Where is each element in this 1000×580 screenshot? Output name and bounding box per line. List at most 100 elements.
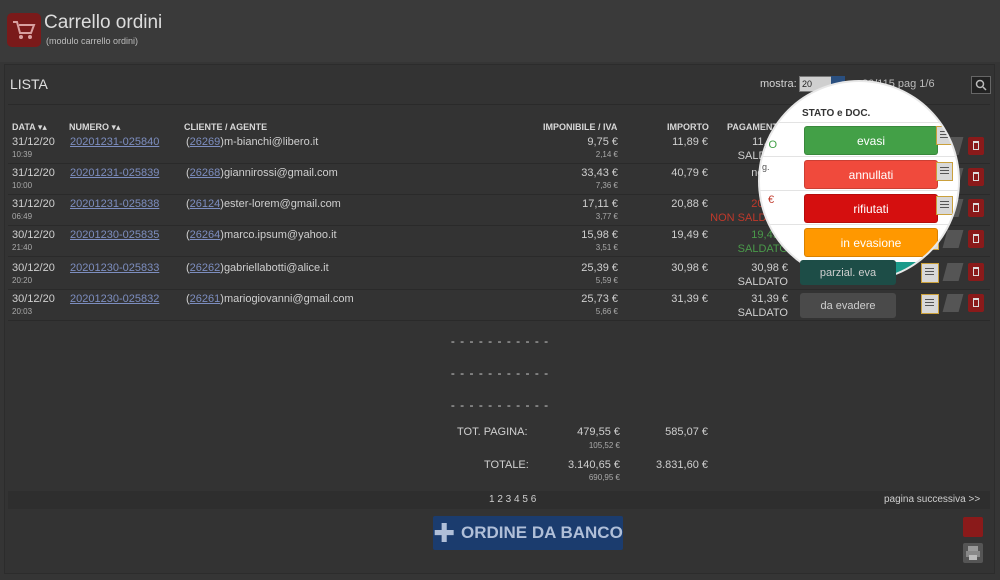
delete-icon[interactable]: [968, 263, 984, 281]
header-client: CLIENTE / AGENTE: [184, 122, 268, 132]
divider: [760, 224, 958, 225]
order-date: 30/12/20: [12, 293, 55, 305]
document-icon[interactable]: [921, 294, 939, 314]
amount-value: 31,39 €: [671, 293, 708, 305]
header-number[interactable]: NUMERO ▾▴: [69, 122, 121, 133]
client-id-link[interactable]: 26261: [190, 293, 221, 305]
client-id-link[interactable]: 26262: [190, 262, 221, 274]
divider: [8, 320, 990, 321]
payment-fragment: TO: [762, 139, 778, 151]
order-number-link[interactable]: 20201231-025840: [70, 136, 159, 148]
header-taxable: IMPONIBILE / IVA: [543, 122, 618, 132]
printer-icon: [966, 546, 980, 560]
order-time: 06:49: [12, 212, 33, 221]
page-total-taxable: 479,55 €: [577, 426, 620, 438]
page-total-vat: 105,52 €: [588, 441, 620, 450]
vat-value: 2,14 €: [595, 150, 618, 159]
vat-value: 5,66 €: [595, 307, 618, 316]
order-number-link[interactable]: 20201230-025832: [70, 293, 159, 305]
document-icon[interactable]: [936, 162, 953, 181]
amount-value: 30,98 €: [671, 262, 708, 274]
counter-order-label: ORDINE DA BANCO: [460, 523, 623, 542]
separator-dashes: - - - - - - - - - - -: [450, 366, 550, 380]
order-number-link[interactable]: 20201231-025839: [70, 167, 159, 179]
client-cell: (26261)mariogiovanni@gmail.com: [186, 293, 354, 305]
order-time: 21:40: [12, 243, 33, 252]
search-button[interactable]: [971, 76, 991, 94]
taxable-value: 15,98 €: [581, 229, 618, 241]
status-option-evasi[interactable]: evasi: [804, 126, 938, 155]
order-date: 30/12/20: [12, 229, 55, 241]
status-option-rifiutati[interactable]: rifiutati: [804, 194, 938, 223]
order-time: 10:39: [12, 150, 33, 159]
vat-value: 5,59 €: [595, 276, 618, 285]
edit-icon[interactable]: [942, 294, 964, 312]
amount-value: 19,49 €: [671, 229, 708, 241]
next-page-link[interactable]: pagina successiva >>: [884, 494, 980, 505]
edit-icon[interactable]: [942, 263, 964, 281]
order-number-link[interactable]: 20201230-025833: [70, 262, 159, 274]
payment-fragment: g.: [762, 162, 770, 172]
page-links[interactable]: 1 2 3 4 5 6: [489, 494, 536, 505]
page-total-label: TOT. PAGINA:: [457, 426, 528, 438]
grand-total-amount: 3.831,60 €: [656, 459, 708, 471]
grand-total-label: TOTALE:: [484, 459, 529, 471]
export-button[interactable]: [963, 517, 983, 537]
sort-icon[interactable]: ▾▴: [112, 122, 121, 132]
order-time: 10:00: [12, 181, 33, 190]
grand-total-taxable: 3.140,65 €: [568, 459, 620, 471]
taxable-value: 33,43 €: [581, 167, 618, 179]
delete-icon[interactable]: [968, 168, 984, 186]
client-id-link[interactable]: 26268: [190, 167, 221, 179]
vat-value: 3,77 €: [595, 212, 618, 221]
order-date: 30/12/20: [12, 262, 55, 274]
page-subtitle: (modulo carrello ordini): [46, 36, 139, 46]
status-button[interactable]: da evadere: [800, 293, 896, 318]
taxable-value: 25,39 €: [581, 262, 618, 274]
taxable-value: 17,11 €: [582, 198, 618, 210]
delete-icon[interactable]: [968, 199, 984, 217]
client-cell: (26268)giannirossi@gmail.com: [186, 167, 338, 179]
edit-icon[interactable]: [942, 230, 964, 248]
order-number-link[interactable]: 20201230-025835: [70, 229, 159, 241]
status-option-in-evasione[interactable]: in evasione: [804, 228, 938, 257]
order-number-link[interactable]: 20201231-025838: [70, 198, 159, 210]
delete-icon[interactable]: [968, 294, 984, 312]
client-email: marco.ipsum@yahoo.it: [223, 229, 337, 241]
sort-icon[interactable]: ▾▴: [38, 122, 47, 132]
status-button[interactable]: parzial. eva: [800, 260, 896, 285]
status-filter-magnifier: STATO e DOC. TO g. € evasi annullati rifiu…: [760, 82, 958, 280]
payment-status: SALDATO: [737, 307, 788, 319]
divider: [760, 122, 958, 123]
delete-icon[interactable]: [968, 230, 984, 248]
payment-amount: 31,39 €: [751, 293, 788, 305]
client-email: ester-lorem@gmail.com: [223, 198, 341, 210]
header: Carrello ordini (modulo carrello ordini): [0, 0, 1000, 62]
header-date[interactable]: DATA ▾▴: [12, 122, 47, 133]
order-date: 31/12/20: [12, 136, 55, 148]
client-email: mariogiovanni@gmail.com: [223, 293, 354, 305]
separator-dashes: - - - - - - - - - - -: [450, 334, 550, 348]
document-icon[interactable]: [936, 126, 953, 145]
amount-value: 40,79 €: [671, 167, 708, 179]
client-id-link[interactable]: 26269: [190, 136, 221, 148]
page-total-amount: 585,07 €: [665, 426, 708, 438]
order-time: 20:20: [12, 276, 33, 285]
client-cell: (26269)m-bianchi@libero.it: [186, 136, 319, 148]
document-icon[interactable]: [936, 196, 953, 215]
client-id-link[interactable]: 26264: [190, 229, 221, 241]
payment-fragment: €: [768, 194, 775, 206]
status-option-annullati[interactable]: annullati: [804, 160, 938, 189]
header-amount: IMPORTO: [667, 122, 709, 132]
vat-value: 3,51 €: [595, 243, 618, 252]
counter-order-button[interactable]: ✚ ORDINE DA BANCO: [433, 516, 623, 550]
delete-icon[interactable]: [968, 137, 984, 155]
cart-icon: [7, 13, 41, 47]
print-button[interactable]: [963, 543, 983, 563]
status-menu-title: STATO e DOC.: [802, 108, 871, 119]
payment-amount: 30,98 €: [751, 262, 788, 274]
plus-icon: ✚: [433, 518, 455, 548]
client-email: gabriellabotti@alice.it: [223, 262, 329, 274]
client-id-link[interactable]: 26124: [190, 198, 221, 210]
client-cell: (26262)gabriellabotti@alice.it: [186, 262, 329, 274]
